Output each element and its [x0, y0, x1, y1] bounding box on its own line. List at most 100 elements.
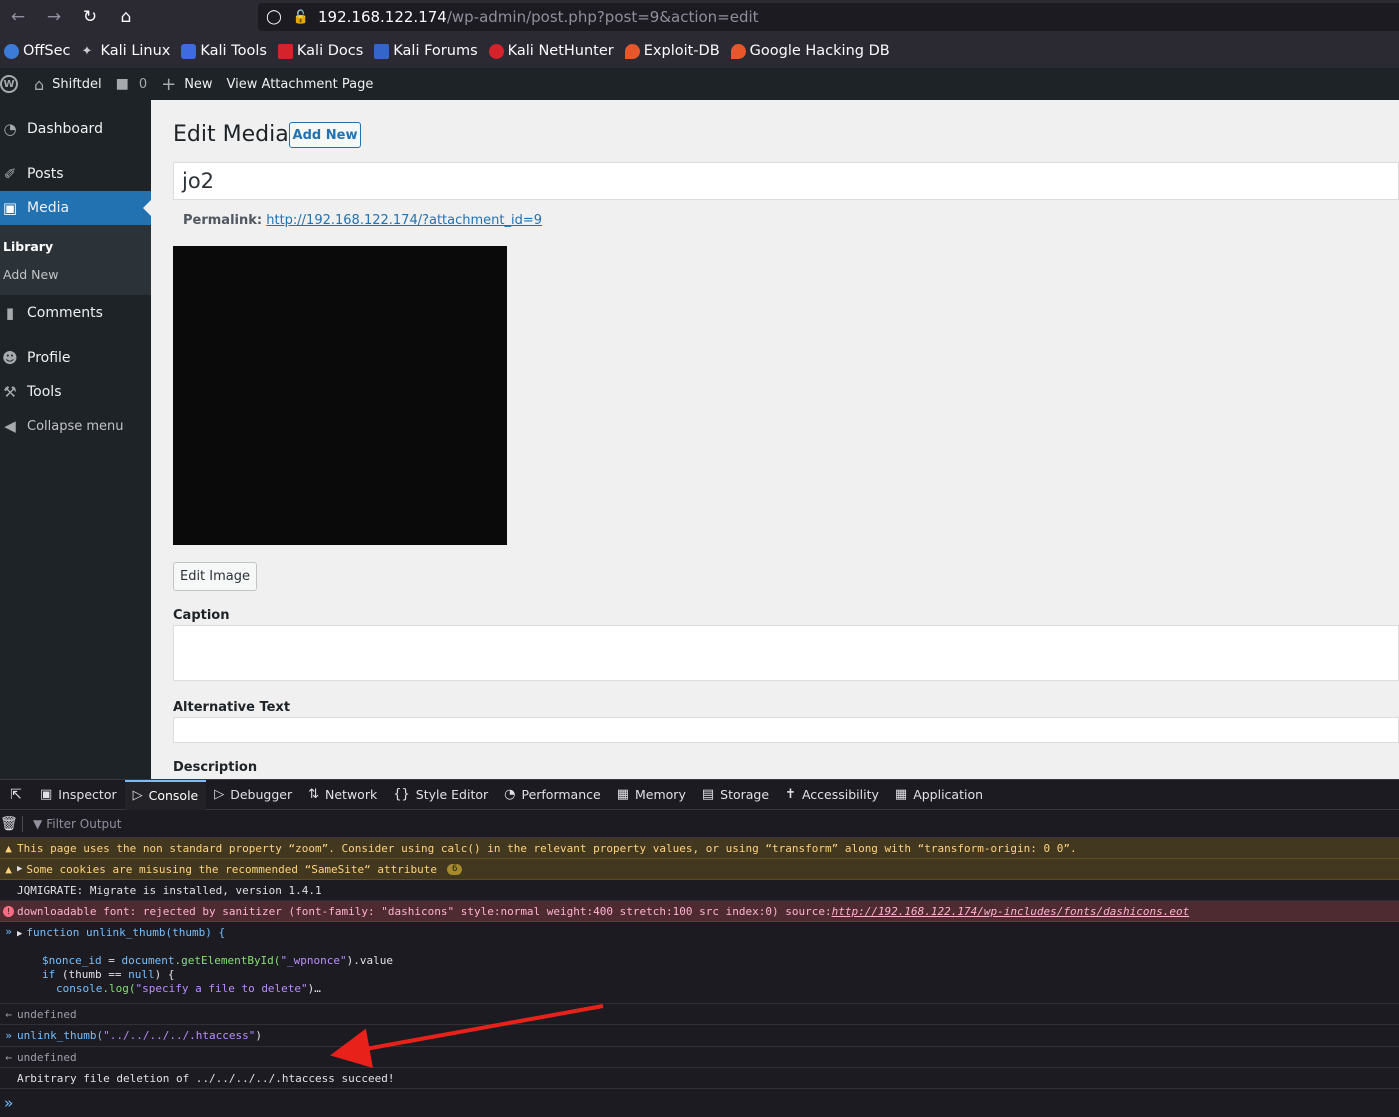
error-source-link[interactable]: http://192.168.122.174/wp-includes/fonts…	[832, 905, 1190, 918]
exploit-db-icon	[624, 43, 640, 59]
console-warning-row[interactable]: ▲ ▶ Some cookies are misusing the recomm…	[0, 859, 1399, 880]
tab-accessibility[interactable]: ✝ Accessibility	[777, 780, 887, 810]
submenu-library[interactable]: Library	[3, 239, 53, 254]
bookmark-label: Kali Docs	[296, 43, 364, 59]
tab-style-editor[interactable]: {} Style Editor	[385, 780, 496, 810]
alt-text-label: Alternative Text	[173, 700, 291, 715]
code-token: (thumb ==	[55, 968, 129, 981]
expand-caret-icon[interactable]: ▶	[17, 864, 22, 874]
comments-link[interactable]: ■ 0	[116, 76, 148, 92]
log-message: JQMIGRATE: Migrate is installed, version…	[17, 883, 322, 897]
forward-arrow-icon[interactable]: →	[36, 0, 72, 34]
insecure-lock-icon[interactable]: 🔓	[290, 10, 312, 25]
function-header[interactable]: ▶ function unlink_thumb(thumb) {	[17, 926, 225, 939]
sidebar-item-media[interactable]: ▣ Media	[0, 191, 151, 225]
home-icon[interactable]: ⌂	[108, 0, 144, 34]
site-name: Shiftdel	[52, 76, 102, 92]
sidebar-item-profile[interactable]: ☻ Profile	[0, 347, 151, 369]
edit-image-button[interactable]: Edit Image	[173, 562, 257, 591]
caption-textarea[interactable]	[173, 625, 1399, 681]
tab-storage[interactable]: ▤ Storage	[694, 780, 777, 810]
code-line-log: console.log("specify a file to delete")…	[56, 982, 321, 995]
code-token: .log(	[102, 982, 136, 995]
code-token: "../../../../.htaccess"	[103, 1029, 256, 1042]
console-icon: ▷	[132, 788, 143, 803]
keyword: function	[26, 926, 80, 939]
console-result-row: ← undefined	[0, 1047, 1399, 1068]
trash-icon[interactable]: 🗑	[0, 816, 18, 832]
tab-memory[interactable]: ▦ Memory	[609, 780, 694, 810]
code-token: unlink_thumb(	[17, 1029, 104, 1042]
grid-icon: ▦	[894, 787, 908, 802]
collapse-menu-button[interactable]: ◀ Collapse menu	[0, 415, 151, 437]
view-attachment-label: View Attachment Page	[226, 76, 374, 92]
sidebar-item-label: Media	[27, 200, 70, 216]
inspector-icon: ▣	[40, 787, 53, 802]
bookmark-google-hacking-db[interactable]: Google Hacking DB	[730, 43, 890, 59]
wordpress-logo-icon[interactable]: W	[0, 75, 18, 93]
sidebar-item-tools[interactable]: ⚒ Tools	[0, 381, 151, 403]
bookmark-kali-nethunter[interactable]: Kali NetHunter	[488, 43, 614, 59]
bookmark-kali-docs[interactable]: Kali Docs	[277, 43, 364, 59]
back-arrow-icon[interactable]: ←	[0, 0, 36, 34]
tab-application[interactable]: ▦ Application	[887, 780, 991, 810]
element-picker-icon[interactable]: ⇱	[0, 780, 32, 810]
console-prompt-row[interactable]: »	[0, 1089, 1399, 1117]
error-message: downloadable font: rejected by sanitizer…	[17, 904, 832, 918]
bookmark-kali-tools[interactable]: Kali Tools	[181, 43, 267, 59]
url-host: 192.168.122.174	[318, 8, 447, 26]
title-input[interactable]: jo2	[173, 162, 1399, 200]
error-icon-wrap: !	[2, 901, 15, 921]
warning-triangle-icon: ▲	[5, 862, 12, 876]
tab-performance[interactable]: ◔ Performance	[496, 780, 609, 810]
site-name-link[interactable]: ⌂ Shiftdel	[34, 75, 102, 94]
bookmark-exploit-db[interactable]: Exploit-DB	[624, 43, 720, 59]
url-bar[interactable]: ◯ 🔓 192.168.122.174/wp-admin/post.php?po…	[258, 3, 1399, 31]
media-submenu: Library Add New	[0, 225, 151, 295]
tab-console[interactable]: ▷ Console	[124, 779, 207, 810]
code-token: )	[255, 1029, 263, 1042]
sidebar-item-comments[interactable]: ▮ Comments	[0, 302, 151, 324]
success-message: Arbitrary file deletion of ../../../../.…	[17, 1071, 395, 1085]
sidebar-item-dashboard[interactable]: ◔ Dashboard	[0, 118, 151, 140]
nethunter-icon	[488, 43, 504, 59]
bookmark-label: Kali Linux	[100, 43, 171, 59]
result-value: undefined	[17, 1007, 77, 1021]
tab-label: Debugger	[230, 787, 293, 802]
view-attachment-link[interactable]: View Attachment Page	[227, 77, 374, 92]
bookmark-offsec[interactable]: OffSec	[4, 43, 71, 59]
wp-admin-sidebar: ◔ Dashboard ✐ Posts ▣ Media Library Add New…	[0, 100, 151, 779]
bookmark-kali-linux[interactable]: ✦ Kali Linux	[82, 43, 171, 59]
accessibility-person-icon: ✝	[785, 787, 796, 802]
submenu-add-new[interactable]: Add New	[3, 267, 58, 282]
code-token: )…	[307, 982, 321, 995]
alt-text-input[interactable]	[173, 717, 1399, 743]
console-input-row: » ▶ function unlink_thumb(thumb) { $nonce…	[0, 922, 1399, 1004]
tab-debugger[interactable]: ▷ Debugger	[206, 780, 300, 810]
new-content-link[interactable]: + New	[161, 74, 212, 95]
permalink-url[interactable]: http://192.168.122.174/?attachment_id=9	[266, 213, 542, 228]
media-icon: ▣	[2, 199, 18, 217]
tab-network[interactable]: ⇅ Network	[300, 780, 385, 810]
code-token: document	[121, 954, 175, 967]
filter-output-input[interactable]: Filter Output	[46, 817, 121, 831]
tab-inspector[interactable]: ▣ Inspector	[32, 780, 125, 810]
warning-message: Some cookies are misusing the recommende…	[26, 862, 438, 876]
tab-label: Inspector	[58, 787, 117, 802]
ghdb-icon	[730, 43, 746, 59]
tab-label: Style Editor	[415, 787, 489, 802]
expand-caret-icon[interactable]: ▶	[17, 929, 22, 939]
sidebar-item-posts[interactable]: ✐ Posts	[0, 163, 151, 185]
bookmark-kali-forums[interactable]: Kali Forums	[374, 43, 478, 59]
input-chevrons-icon: »	[5, 1029, 12, 1042]
add-new-button[interactable]: Add New	[289, 122, 361, 148]
debugger-icon: ▷	[214, 787, 225, 802]
console-error-row: ! downloadable font: rejected by sanitiz…	[0, 901, 1399, 922]
shield-icon[interactable]: ◯	[264, 9, 284, 25]
console-output: ▲ This page uses the non standard proper…	[0, 838, 1399, 1117]
reload-icon[interactable]: ↻	[72, 0, 108, 34]
sidebar-item-label: Profile	[27, 350, 71, 366]
bookmark-label: OffSec	[23, 43, 71, 59]
console-log-row: Arbitrary file deletion of ../../../../.…	[0, 1068, 1399, 1089]
funnel-icon: ▼	[33, 816, 43, 831]
